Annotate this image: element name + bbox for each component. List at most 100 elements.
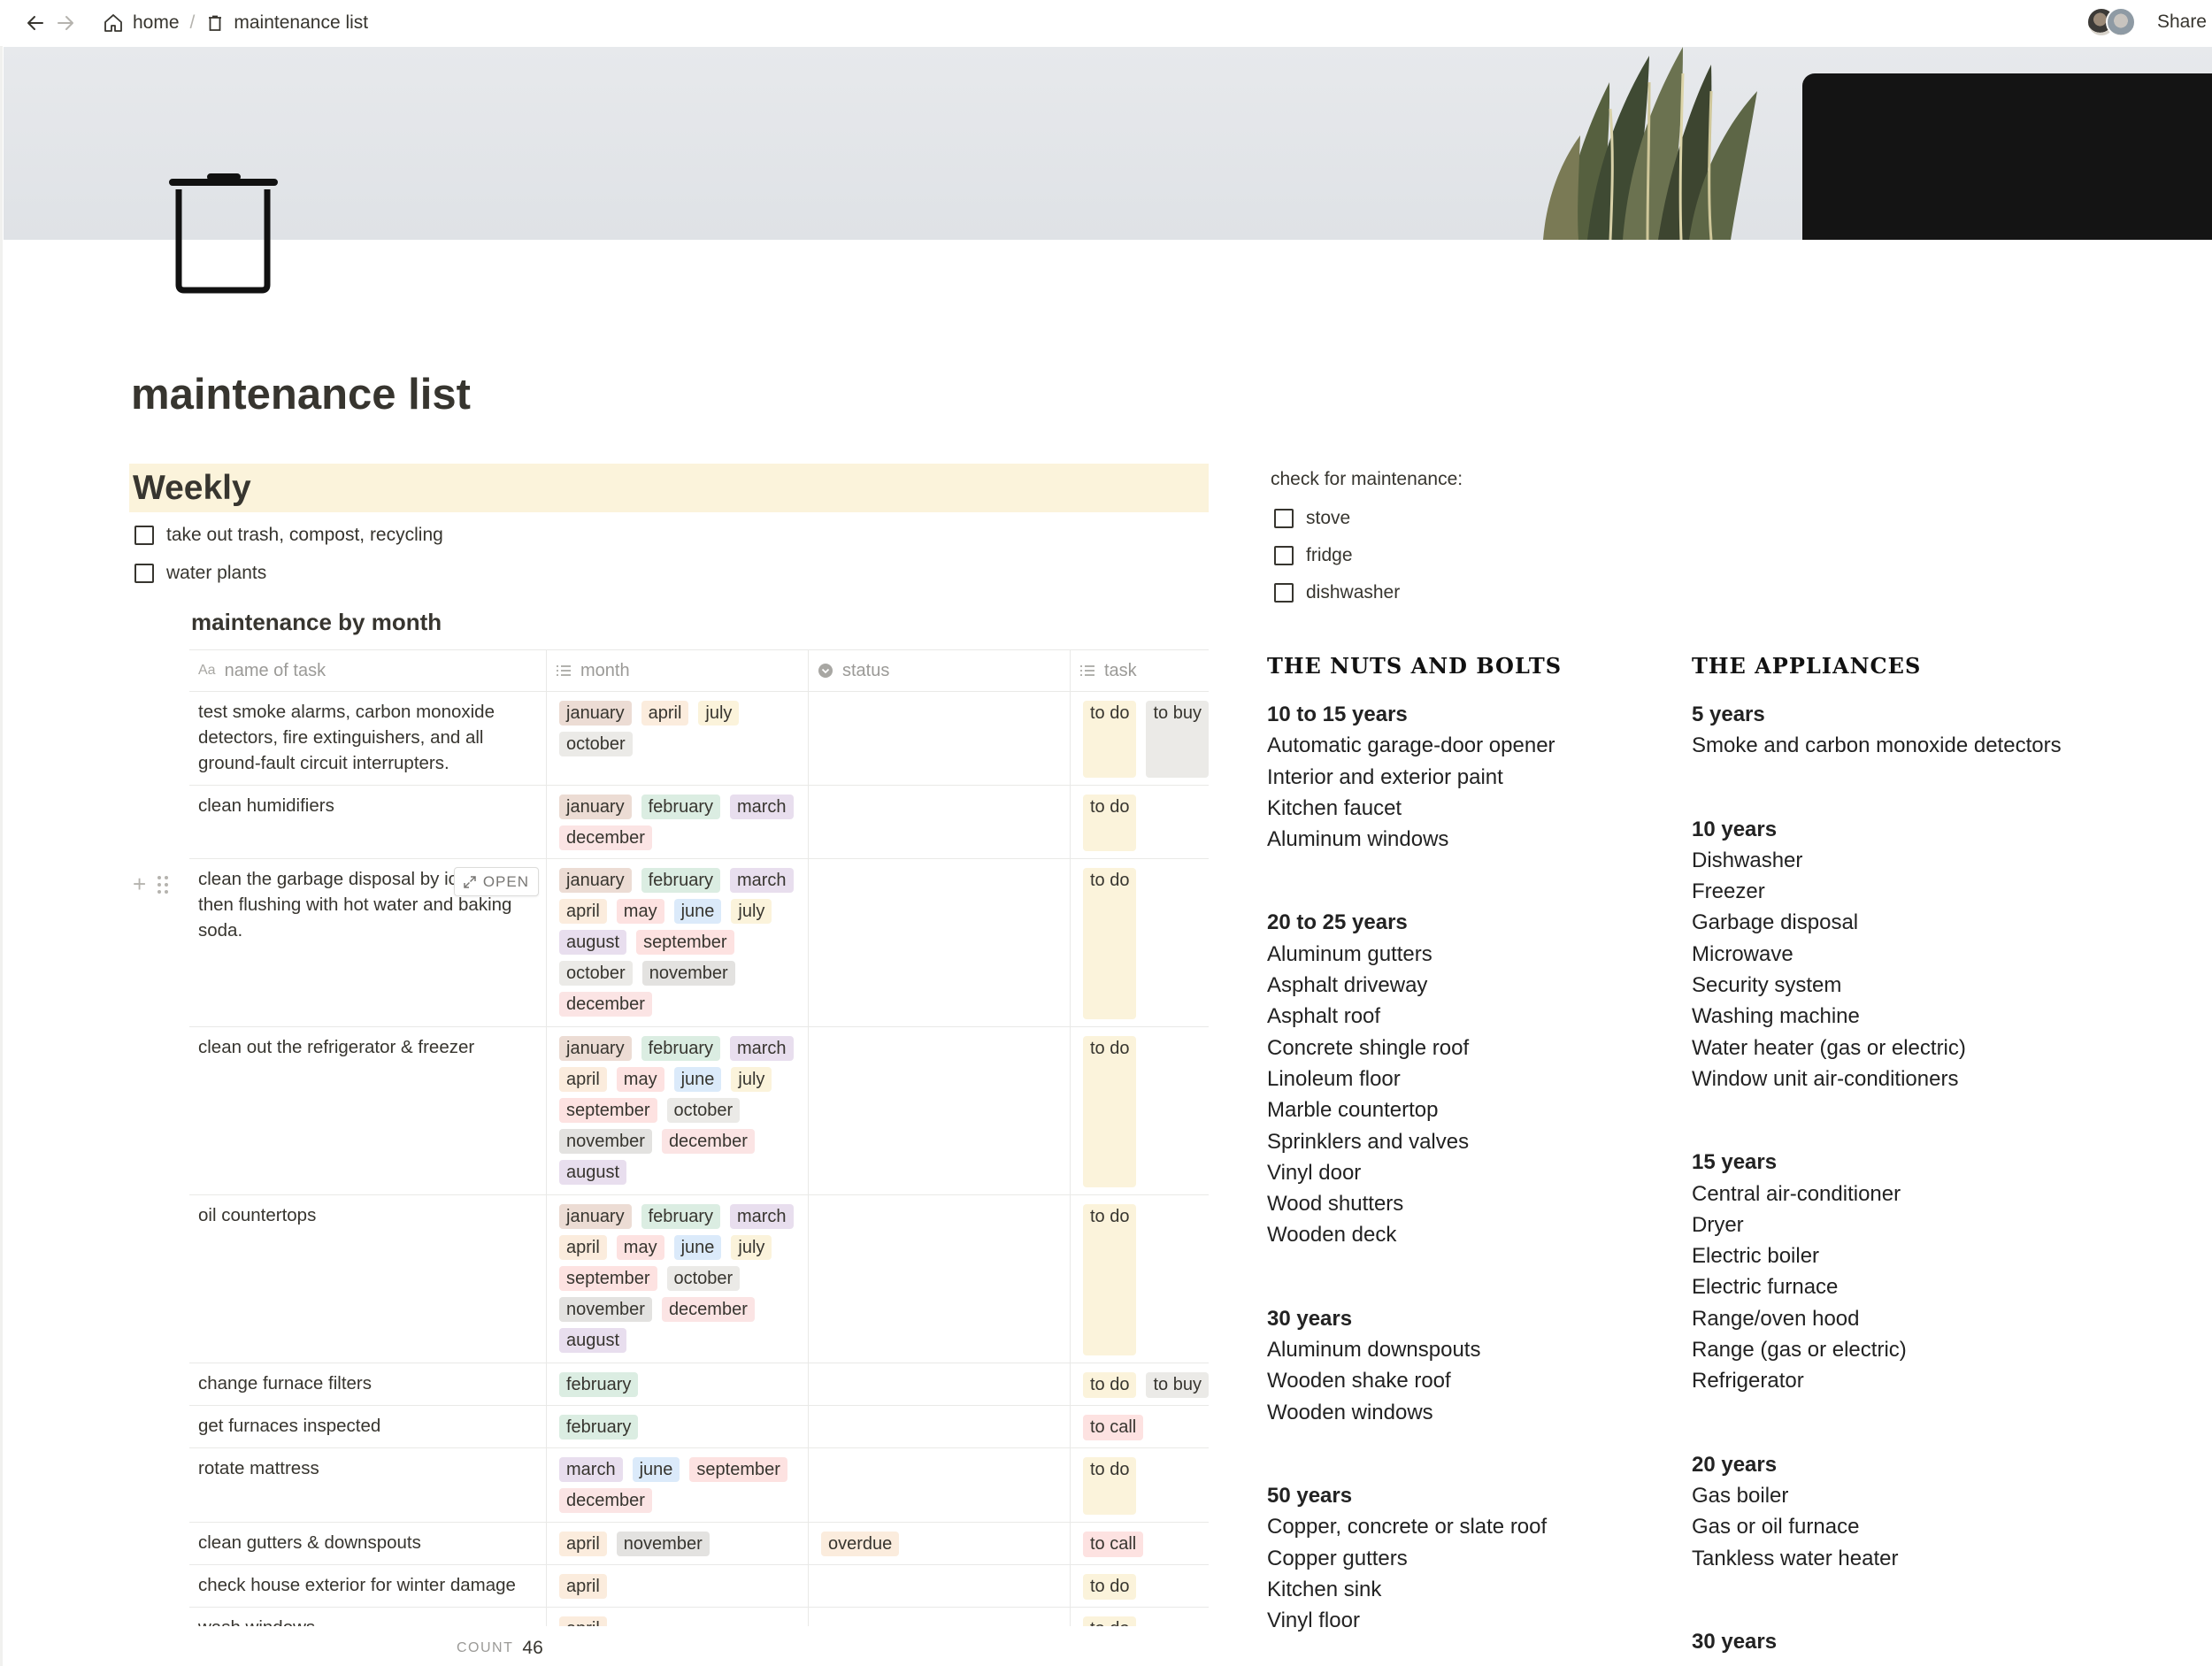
weekly-heading-block[interactable]: Weekly	[129, 464, 1209, 512]
drag-handle-icon[interactable]	[157, 874, 169, 895]
column-header-month[interactable]: month	[547, 650, 809, 691]
avatar[interactable]	[2105, 7, 2136, 37]
task-type-cell[interactable]: to do	[1071, 1608, 1209, 1626]
task-name: clean gutters & downspouts	[198, 1532, 421, 1553]
month-cell[interactable]: april	[547, 1565, 809, 1607]
add-row-plus-icon[interactable]: +	[133, 871, 146, 898]
month-cell[interactable]: january february march april may june july sept…	[547, 1027, 809, 1194]
table-row[interactable]: change furnace filters february to do to bu…	[189, 1363, 1209, 1406]
task-name-cell[interactable]: clean the garbage disposal by ice cubes,…	[189, 859, 547, 1026]
table-row[interactable]: wash windows april to do	[189, 1608, 1209, 1626]
table-row[interactable]: get furnaces inspected february to call	[189, 1406, 1209, 1448]
task-type-cell[interactable]: to do	[1071, 1195, 1209, 1363]
tag: february	[641, 795, 720, 819]
nuts-and-bolts-heading: THE NUTS AND BOLTS	[1267, 653, 1563, 679]
month-cell[interactable]: january february march december	[547, 786, 809, 858]
task-name: get furnaces inspected	[198, 1416, 381, 1436]
month-cell[interactable]: january february march april may june july augu…	[547, 859, 809, 1026]
todo-checkbox[interactable]	[134, 526, 154, 545]
table-row[interactable]: clean out the refrigerator & freezer janu…	[189, 1027, 1209, 1195]
tag: december	[661, 1129, 755, 1154]
table-row[interactable]: rotate mattress march june september decembe…	[189, 1448, 1209, 1523]
status-cell[interactable]	[809, 692, 1071, 785]
month-cell[interactable]: february	[547, 1363, 809, 1405]
collaborator-avatars[interactable]	[2085, 7, 2136, 37]
tag: july	[698, 701, 740, 726]
task-name: clean humidifiers	[198, 795, 334, 816]
table-row[interactable]: test smoke alarms, carbon monoxide detec…	[189, 692, 1209, 786]
todo-label[interactable]: water plants	[166, 563, 266, 584]
task-name-cell[interactable]: rotate mattress	[189, 1448, 547, 1522]
page-title[interactable]: maintenance list	[131, 370, 471, 419]
status-cell[interactable]	[809, 1195, 1071, 1363]
task-name-cell[interactable]: clean gutters & downspouts	[189, 1523, 547, 1564]
table-row[interactable]: clean gutters & downspouts april november o…	[189, 1523, 1209, 1565]
month-cell[interactable]: march june september december	[547, 1448, 809, 1522]
task-type-cell[interactable]: to do	[1071, 1448, 1209, 1522]
tag: june	[673, 1235, 722, 1260]
lifespan-list-item: Gas or oil furnace	[1692, 1515, 1860, 1539]
todo-label[interactable]: take out trash, compost, recycling	[166, 525, 443, 546]
status-cell[interactable]: overdue	[809, 1523, 1071, 1564]
todo-label[interactable]: stove	[1306, 508, 1350, 529]
status-cell[interactable]	[809, 859, 1071, 1026]
todo-checkbox[interactable]	[1274, 583, 1294, 603]
trash-can-icon[interactable]	[168, 173, 283, 297]
month-cell[interactable]: january february march april may june july sept…	[547, 1195, 809, 1363]
task-name-cell[interactable]: clean humidifiers	[189, 786, 547, 858]
back-arrow-icon[interactable]	[21, 9, 50, 37]
task-name-cell[interactable]: oil countertops	[189, 1195, 547, 1363]
column-header-name[interactable]: Aa name of task	[189, 650, 547, 691]
table-row[interactable]: oil countertops january february march april…	[189, 1195, 1209, 1363]
table-row[interactable]: clean the garbage disposal by ice cubes,…	[189, 859, 1209, 1027]
lifespan-list-item: Interior and exterior paint	[1267, 764, 1503, 789]
share-button[interactable]: Share	[2157, 12, 2207, 33]
column-header-status[interactable]: status	[809, 650, 1071, 691]
todo-checkbox[interactable]	[134, 564, 154, 583]
task-type-cell[interactable]: to call	[1071, 1523, 1209, 1564]
todo-label[interactable]: dishwasher	[1306, 582, 1400, 603]
status-cell[interactable]	[809, 786, 1071, 858]
task-name-cell[interactable]: test smoke alarms, carbon monoxide detec…	[189, 692, 547, 785]
breadcrumb-current-page[interactable]: maintenance list	[200, 9, 373, 37]
status-cell[interactable]	[809, 1608, 1071, 1626]
maintenance-table: Aa name of task month status task test s…	[189, 649, 1209, 1626]
task-name-cell[interactable]: change furnace filters	[189, 1363, 547, 1405]
breadcrumb-home[interactable]: home	[97, 9, 185, 37]
database-title[interactable]: maintenance by month	[191, 609, 442, 636]
status-cell[interactable]	[809, 1448, 1071, 1522]
todo-checkbox[interactable]	[1274, 546, 1294, 565]
todo-checkbox[interactable]	[1274, 509, 1294, 528]
table-row[interactable]: check house exterior for winter damage ap…	[189, 1565, 1209, 1608]
table-row[interactable]: clean humidifiers january february march dec…	[189, 786, 1209, 859]
task-type-cell[interactable]: to do	[1071, 859, 1209, 1026]
task-type-cell[interactable]: to do to buy	[1071, 1363, 1209, 1405]
task-name-cell[interactable]: check house exterior for winter damage	[189, 1565, 547, 1607]
todo-label[interactable]: fridge	[1306, 545, 1353, 566]
open-page-button[interactable]: OPEN	[453, 867, 539, 896]
column-header-task[interactable]: task	[1071, 650, 1209, 691]
month-cell[interactable]: february	[547, 1406, 809, 1447]
tag: april	[559, 899, 607, 924]
task-name-cell[interactable]: clean out the refrigerator & freezer	[189, 1027, 547, 1194]
task-type-cell[interactable]: to do	[1071, 1027, 1209, 1194]
month-cell[interactable]: january april july october	[547, 692, 809, 785]
maintenance-check-heading[interactable]: check for maintenance:	[1271, 469, 1463, 490]
status-cell[interactable]	[809, 1406, 1071, 1447]
task-type-cell[interactable]: to call	[1071, 1406, 1209, 1447]
month-cell[interactable]: april november	[547, 1523, 809, 1564]
status-cell[interactable]	[809, 1363, 1071, 1405]
forward-arrow-icon[interactable]	[51, 9, 80, 37]
status-cell[interactable]	[809, 1027, 1071, 1194]
tag: september	[559, 1098, 657, 1123]
task-type-cell[interactable]: to do to buy	[1071, 692, 1209, 785]
lifespan-group-label: 10 to 15 years	[1267, 702, 1408, 726]
task-name-cell[interactable]: wash windows	[189, 1608, 547, 1626]
month-cell[interactable]: april	[547, 1608, 809, 1626]
task-type-cell[interactable]: to do	[1071, 786, 1209, 858]
cover-image[interactable]	[4, 47, 2212, 240]
task-type-cell[interactable]: to do	[1071, 1565, 1209, 1607]
task-name-cell[interactable]: get furnaces inspected	[189, 1406, 547, 1447]
status-cell[interactable]	[809, 1565, 1071, 1607]
